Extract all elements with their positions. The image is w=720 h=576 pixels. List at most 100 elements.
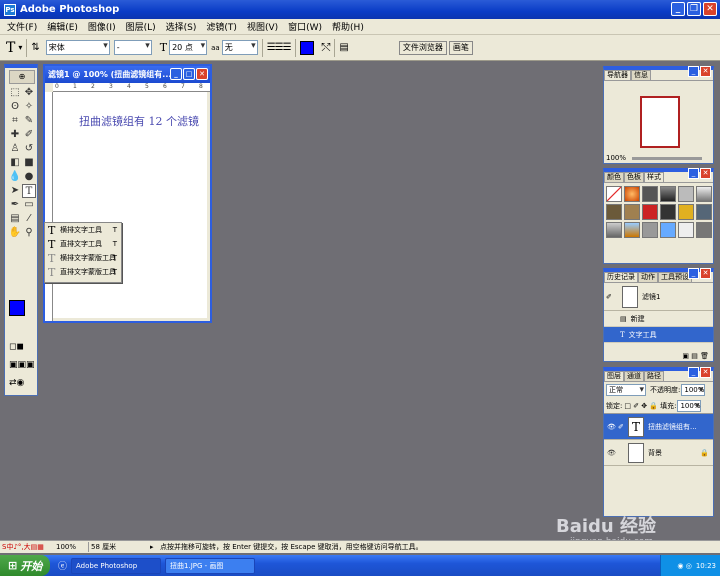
document-titlebar[interactable]: 滤镜1 @ 100% (扭曲滤镜组有... _ □ ✕ [45, 66, 210, 83]
minimize-button[interactable]: _ [671, 2, 685, 16]
brush-tool-icon[interactable]: ✐ [22, 128, 36, 142]
quick-launch-ie-icon[interactable]: ⓔ [58, 559, 67, 572]
layer-background[interactable]: 👁 背景 🔒 [604, 440, 713, 466]
panel-minimize-button[interactable]: _ [688, 168, 699, 179]
horizontal-type-tool-item[interactable]: T 横排文字工具 T [45, 223, 121, 237]
move-tool-icon[interactable]: ✥ [22, 86, 36, 100]
style-swatch[interactable] [696, 186, 712, 202]
task-photoshop[interactable]: Adobe Photoshop [71, 557, 162, 574]
tab-color[interactable]: 颜色 [604, 172, 624, 182]
anti-alias-select[interactable]: 无 [221, 40, 258, 55]
style-swatch[interactable] [624, 222, 640, 238]
tab-layers[interactable]: 图层 [604, 371, 624, 381]
panel-minimize-button[interactable]: _ [688, 268, 699, 279]
doc-maximize-button[interactable]: □ [183, 68, 195, 80]
horizontal-type-mask-tool-item[interactable]: T 横排文字蒙版工具 T [45, 251, 121, 265]
zoom-tool-icon[interactable]: ⚲ [22, 226, 36, 240]
style-swatch[interactable] [606, 186, 622, 202]
path-select-tool-icon[interactable]: ➤ [8, 184, 22, 198]
ime-indicator[interactable]: S中♪°,大▤▦ [0, 542, 56, 552]
align-right-icon[interactable]: ☰ [283, 42, 292, 53]
history-footer-icons[interactable]: ▣ ▤ 🗑 [682, 352, 709, 360]
menu-layer[interactable]: 图层(L) [121, 20, 161, 33]
text-tool-icon[interactable]: T [6, 40, 15, 56]
history-snapshot[interactable]: ✐ 滤镜1 [604, 283, 713, 311]
tray-icons[interactable]: ◉ ◎ [677, 562, 691, 570]
navigator-zoom-slider[interactable] [632, 157, 702, 160]
canvas-text-layer[interactable]: 扭曲滤镜组有 12 个滤镜 [79, 113, 199, 129]
style-swatch[interactable] [642, 204, 658, 220]
history-brush-tool-icon[interactable]: ↺ [22, 142, 36, 156]
lasso-tool-icon[interactable]: ʘ [8, 100, 22, 114]
panel-close-button[interactable]: ✕ [700, 66, 711, 77]
screen-mode-icons[interactable]: ▣▣▣ [9, 360, 35, 372]
type-tool-icon[interactable]: T [22, 184, 36, 198]
hand-tool-icon[interactable]: ✋ [8, 226, 22, 240]
menu-filter[interactable]: 滤镜(T) [201, 20, 242, 33]
tab-actions[interactable]: 动作 [638, 272, 658, 282]
tab-info[interactable]: 信息 [631, 70, 651, 80]
eraser-tool-icon[interactable]: ◧ [8, 156, 22, 170]
style-swatch[interactable] [660, 204, 676, 220]
tab-styles[interactable]: 样式 [644, 172, 664, 182]
clone-stamp-tool-icon[interactable]: ♙ [8, 142, 22, 156]
quick-mask-icons[interactable]: ◻◼ [9, 342, 35, 354]
tab-history[interactable]: 历史记录 [604, 272, 638, 282]
crop-tool-icon[interactable]: ⌗ [8, 114, 22, 128]
shape-tool-icon[interactable]: ▭ [22, 198, 36, 212]
vertical-type-tool-item[interactable]: T 直排文字工具 T [45, 237, 121, 251]
style-swatch[interactable] [678, 222, 694, 238]
align-left-icon[interactable]: ☰ [267, 42, 276, 53]
style-swatch[interactable] [660, 186, 676, 202]
style-swatch[interactable] [678, 204, 694, 220]
start-button[interactable]: ⊞ 开始 [0, 555, 50, 576]
eyedropper-tool-icon[interactable]: ⁄ [22, 212, 36, 226]
tab-paths[interactable]: 路径 [644, 371, 664, 381]
layer-text[interactable]: 👁 ✐ T 扭曲滤镜组有... [604, 414, 713, 440]
style-swatch[interactable] [606, 204, 622, 220]
slice-tool-icon[interactable]: ✎ [22, 114, 36, 128]
dodge-tool-icon[interactable]: ● [22, 170, 36, 184]
opacity-input[interactable]: 100% [681, 384, 706, 396]
style-swatch[interactable] [606, 222, 622, 238]
text-orientation-icon[interactable]: ⇅ [31, 42, 39, 53]
doc-close-button[interactable]: ✕ [196, 68, 208, 80]
font-size-select[interactable]: 20 点 [169, 40, 208, 55]
restore-button[interactable]: ❐ [687, 2, 701, 16]
panel-close-button[interactable]: ✕ [700, 268, 711, 279]
history-item-new[interactable]: ▤ 新建 [604, 311, 713, 327]
font-style-select[interactable]: - [113, 40, 152, 55]
history-brush-source-icon[interactable]: ✐ [606, 293, 618, 301]
blur-tool-icon[interactable]: 💧 [8, 170, 22, 184]
tab-swatches[interactable]: 色板 [624, 172, 644, 182]
status-arrow-icon[interactable]: ▸ [150, 543, 160, 551]
menu-view[interactable]: 视图(V) [242, 20, 283, 33]
adobe-online-icon[interactable]: ⊕ [9, 70, 35, 84]
menu-select[interactable]: 选择(S) [161, 20, 202, 33]
navigator-zoom[interactable]: 100% [606, 154, 626, 162]
style-swatch[interactable] [678, 186, 694, 202]
marquee-tool-icon[interactable]: ⬚ [8, 86, 22, 100]
menu-image[interactable]: 图像(I) [83, 20, 121, 33]
tab-tool-presets[interactable]: 工具预设 [658, 272, 692, 282]
doc-minimize-button[interactable]: _ [170, 68, 182, 80]
menu-help[interactable]: 帮助(H) [327, 20, 369, 33]
tool-preset-dropdown[interactable]: ▾ [18, 43, 22, 52]
foreground-color-swatch[interactable] [9, 300, 25, 316]
document-canvas[interactable]: 扭曲滤镜组有 12 个滤镜 [53, 92, 207, 318]
tab-navigator[interactable]: 导航器 [604, 70, 631, 80]
style-swatch[interactable] [696, 222, 712, 238]
panel-minimize-button[interactable]: _ [688, 367, 699, 378]
vertical-type-mask-tool-item[interactable]: T 直排文字蒙版工具 T [45, 265, 121, 279]
task-paint[interactable]: 扭曲1.JPG - 画图 [165, 557, 256, 574]
style-swatch[interactable] [660, 222, 676, 238]
panel-close-button[interactable]: ✕ [700, 367, 711, 378]
style-swatch[interactable] [642, 222, 658, 238]
warp-text-icon[interactable]: ⤲ [322, 41, 331, 55]
tab-channels[interactable]: 通道 [624, 371, 644, 381]
style-swatch[interactable] [642, 186, 658, 202]
file-browser-tab[interactable]: 文件浏览器 [398, 40, 447, 55]
navigator-preview[interactable] [640, 96, 680, 148]
visibility-eye-icon[interactable]: 👁 [607, 423, 616, 431]
lock-icons[interactable]: □ ✐ ✥ 🔒 [624, 402, 658, 410]
